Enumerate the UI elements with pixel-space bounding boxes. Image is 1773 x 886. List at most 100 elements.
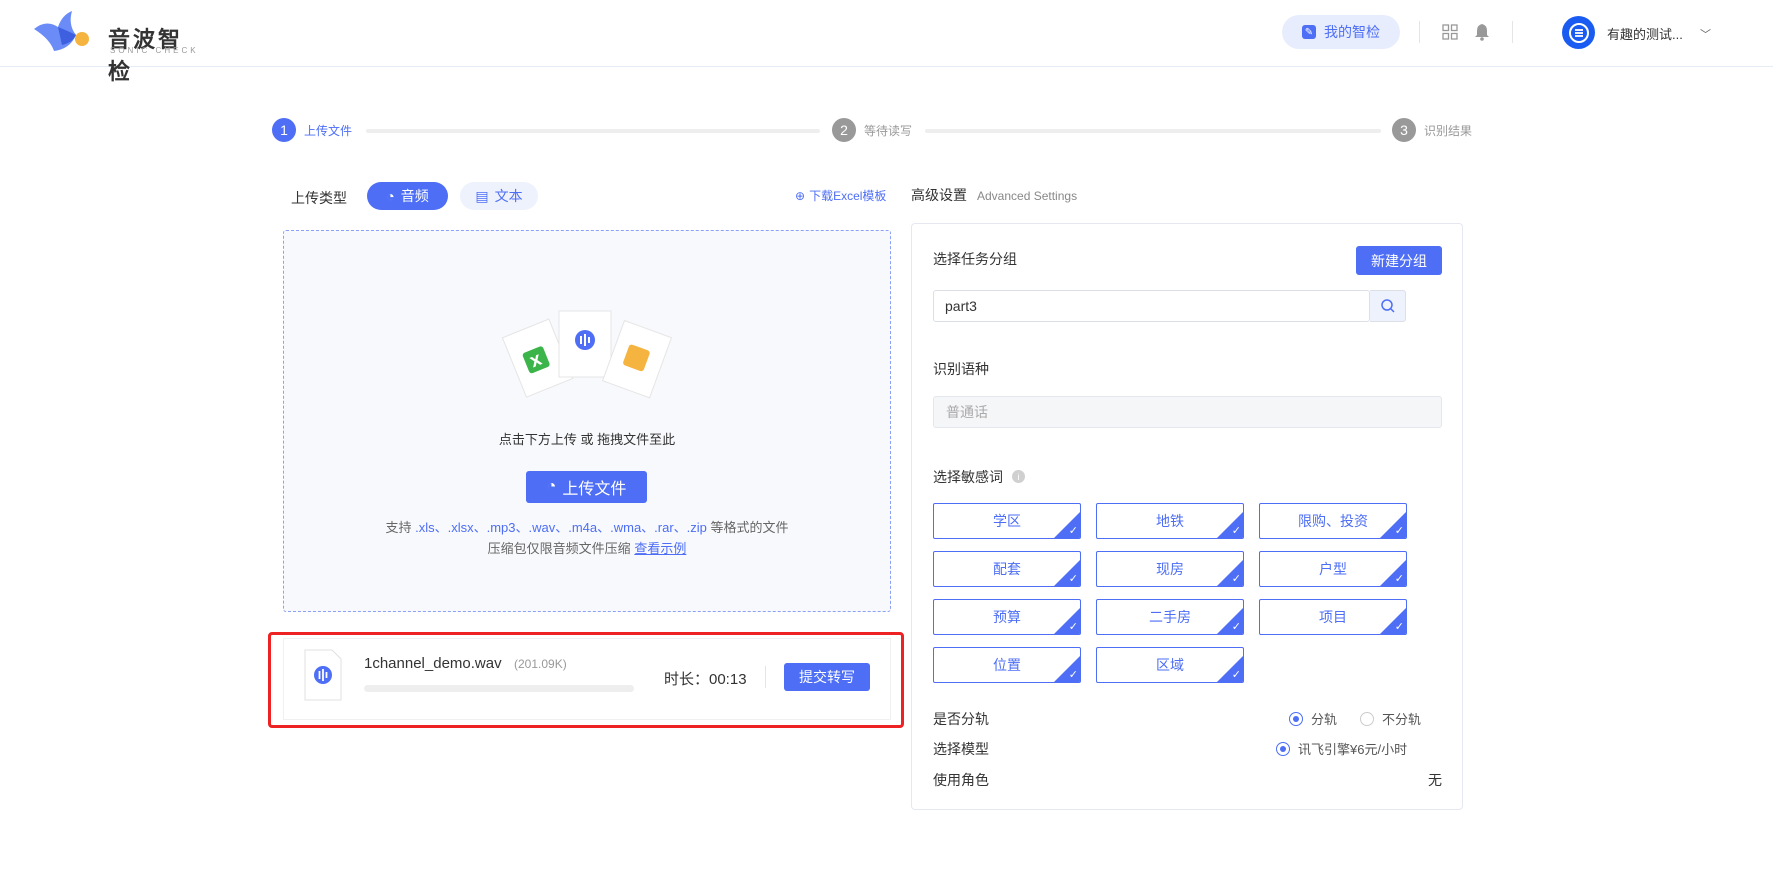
compress-note-text: 压缩包仅限音频文件压缩 xyxy=(487,541,631,556)
clock-icon: ◔ xyxy=(546,478,557,495)
document-icon: ▤ xyxy=(475,187,489,204)
upload-type-label: 上传类型 xyxy=(291,190,347,206)
group-search-button[interactable] xyxy=(1370,290,1406,322)
new-group-button[interactable]: 新建分组 xyxy=(1356,246,1442,275)
tag-xuequ[interactable]: 学区 ✓ xyxy=(933,503,1081,539)
avatar[interactable] xyxy=(1562,16,1595,49)
apps-grid-icon[interactable] xyxy=(1442,24,1458,40)
tag-label: 区域 xyxy=(1156,657,1184,673)
supported-formats: 支持 .xls、.xlsx、.mp3、.wav、.m4a、.wma、.rar、.… xyxy=(284,517,890,536)
step-connector xyxy=(366,129,820,133)
check-icon: ✓ xyxy=(1394,573,1404,585)
check-icon: ✓ xyxy=(1231,573,1241,585)
group-label: 选择任务分组 xyxy=(933,251,1017,267)
tag-label: 项目 xyxy=(1319,609,1347,625)
step-upload: 1 上传文件 xyxy=(272,118,352,142)
tag-label: 学区 xyxy=(993,513,1021,529)
radio-split-on[interactable]: 分轨 xyxy=(1289,709,1337,728)
radio-label: 分轨 xyxy=(1311,712,1338,727)
step-number: 3 xyxy=(1392,118,1416,142)
tag-label: 限购、投资 xyxy=(1298,513,1368,529)
tag-quyu[interactable]: 区域 ✓ xyxy=(1096,647,1244,683)
file-size: (201.09K) xyxy=(514,657,567,671)
radio-label: 讯飞引擎¥6元/小时 xyxy=(1298,742,1408,757)
step-label: 等待读写 xyxy=(864,123,913,138)
radio-dot xyxy=(1289,711,1303,726)
file-duration: 时长：00:13 xyxy=(664,671,747,688)
sensitive-words-label: 选择敏感词 xyxy=(933,469,1003,485)
check-icon: ✓ xyxy=(1068,573,1078,585)
upload-file-button[interactable]: ◔ 上传文件 xyxy=(526,471,647,503)
bell-icon[interactable] xyxy=(1474,23,1490,41)
chevron-down-icon[interactable]: ﹀ xyxy=(1700,26,1711,42)
role-value: 无 xyxy=(1428,772,1442,788)
check-icon: ✓ xyxy=(1068,621,1078,633)
logo-subtitle: SONIC CHECK xyxy=(110,46,199,55)
tag-label: 位置 xyxy=(993,657,1021,673)
download-template-link[interactable]: ⊕ 下载Excel模板 xyxy=(795,187,886,204)
check-icon: ✓ xyxy=(1231,669,1241,681)
tag-xiangou[interactable]: 限购、投资 ✓ xyxy=(1259,503,1407,539)
edit-icon: ✎ xyxy=(1302,25,1316,39)
advanced-title-cn: 高级设置 xyxy=(911,187,967,203)
check-icon: ✓ xyxy=(1394,621,1404,633)
top-header: 音波智检 SONIC CHECK ✎ 我的智检 有趣的测试... ﹀ xyxy=(0,0,1773,84)
type-audio-label: 音频 xyxy=(400,188,429,204)
tag-label: 配套 xyxy=(993,561,1021,577)
step-number: 2 xyxy=(832,118,856,142)
check-icon: ✓ xyxy=(1394,525,1404,537)
download-icon: ⊕ xyxy=(795,188,806,203)
tag-yusuan[interactable]: 预算 ✓ xyxy=(933,599,1081,635)
logo[interactable]: 音波智检 SONIC CHECK xyxy=(32,9,202,84)
check-icon: ✓ xyxy=(1231,525,1241,537)
tag-label: 户型 xyxy=(1319,561,1347,577)
type-text-label: 文本 xyxy=(494,188,523,204)
download-template-label: 下载Excel模板 xyxy=(809,189,887,203)
view-example-link[interactable]: 查看示例 xyxy=(634,541,686,556)
bat-logo-icon xyxy=(34,11,89,51)
upload-file-label: 上传文件 xyxy=(562,481,627,498)
tag-peitao[interactable]: 配套 ✓ xyxy=(933,551,1081,587)
upload-progress-bar xyxy=(364,685,634,692)
user-name[interactable]: 有趣的测试... xyxy=(1607,24,1683,43)
divider xyxy=(765,666,766,688)
drop-hint: 点击下方上传 或 拖拽文件至此 xyxy=(498,432,676,447)
step-label: 上传文件 xyxy=(304,123,353,138)
tag-weizhi[interactable]: 位置 ✓ xyxy=(933,647,1081,683)
tag-ditie[interactable]: 地铁 ✓ xyxy=(1096,503,1244,539)
support-formats: .xls、.xlsx、.mp3、.wav、.m4a、.wma、.rar、.zip xyxy=(415,520,707,535)
radio-dot xyxy=(1276,741,1290,756)
split-track-label: 是否分轨 xyxy=(933,711,989,727)
tag-label: 二手房 xyxy=(1149,609,1191,625)
support-prefix: 支持 xyxy=(385,520,412,535)
group-select-input[interactable]: part3 xyxy=(933,290,1370,322)
language-label: 识别语种 xyxy=(933,361,989,377)
tag-huxing[interactable]: 户型 ✓ xyxy=(1259,551,1407,587)
compress-note: 压缩包仅限音频文件压缩 查看示例 xyxy=(284,538,890,557)
advanced-title-en: Advanced Settings xyxy=(977,189,1078,203)
step-connector xyxy=(925,129,1381,133)
my-check-button[interactable]: ✎ 我的智检 xyxy=(1282,15,1400,49)
tag-xianfang[interactable]: 现房 ✓ xyxy=(1096,551,1244,587)
tag-label: 预算 xyxy=(993,609,1021,625)
step-label: 识别结果 xyxy=(1424,123,1473,138)
info-icon[interactable]: i xyxy=(1012,470,1025,483)
radio-split-off[interactable]: 不分轨 xyxy=(1360,709,1421,728)
tag-ershoufang[interactable]: 二手房 ✓ xyxy=(1096,599,1244,635)
search-icon xyxy=(1380,299,1395,313)
type-text-button[interactable]: ▤ 文本 xyxy=(460,182,538,210)
step-number: 1 xyxy=(272,118,296,142)
tag-label: 地铁 xyxy=(1156,513,1184,529)
role-label: 使用角色 xyxy=(933,772,989,788)
language-input[interactable]: 普通话 xyxy=(933,396,1442,428)
submit-transcription-button[interactable]: 提交转写 xyxy=(784,663,870,691)
advanced-settings-title: 高级设置 Advanced Settings xyxy=(911,185,1077,205)
tag-xiangmu[interactable]: 项目 ✓ xyxy=(1259,599,1407,635)
step-result: 3 识别结果 xyxy=(1392,118,1472,142)
radio-dot xyxy=(1360,711,1374,726)
upload-dropzone[interactable]: X 点击下方上传 或 拖拽文件至此 ◔ 上传文件 支持 .xls、.xlsx、.… xyxy=(283,230,891,612)
radio-model-xunfei[interactable]: 讯飞引擎¥6元/小时 xyxy=(1276,739,1407,758)
check-icon: ✓ xyxy=(1231,621,1241,633)
audio-file-icon xyxy=(304,649,342,701)
type-audio-button[interactable]: ◔ 音频 xyxy=(367,182,448,210)
